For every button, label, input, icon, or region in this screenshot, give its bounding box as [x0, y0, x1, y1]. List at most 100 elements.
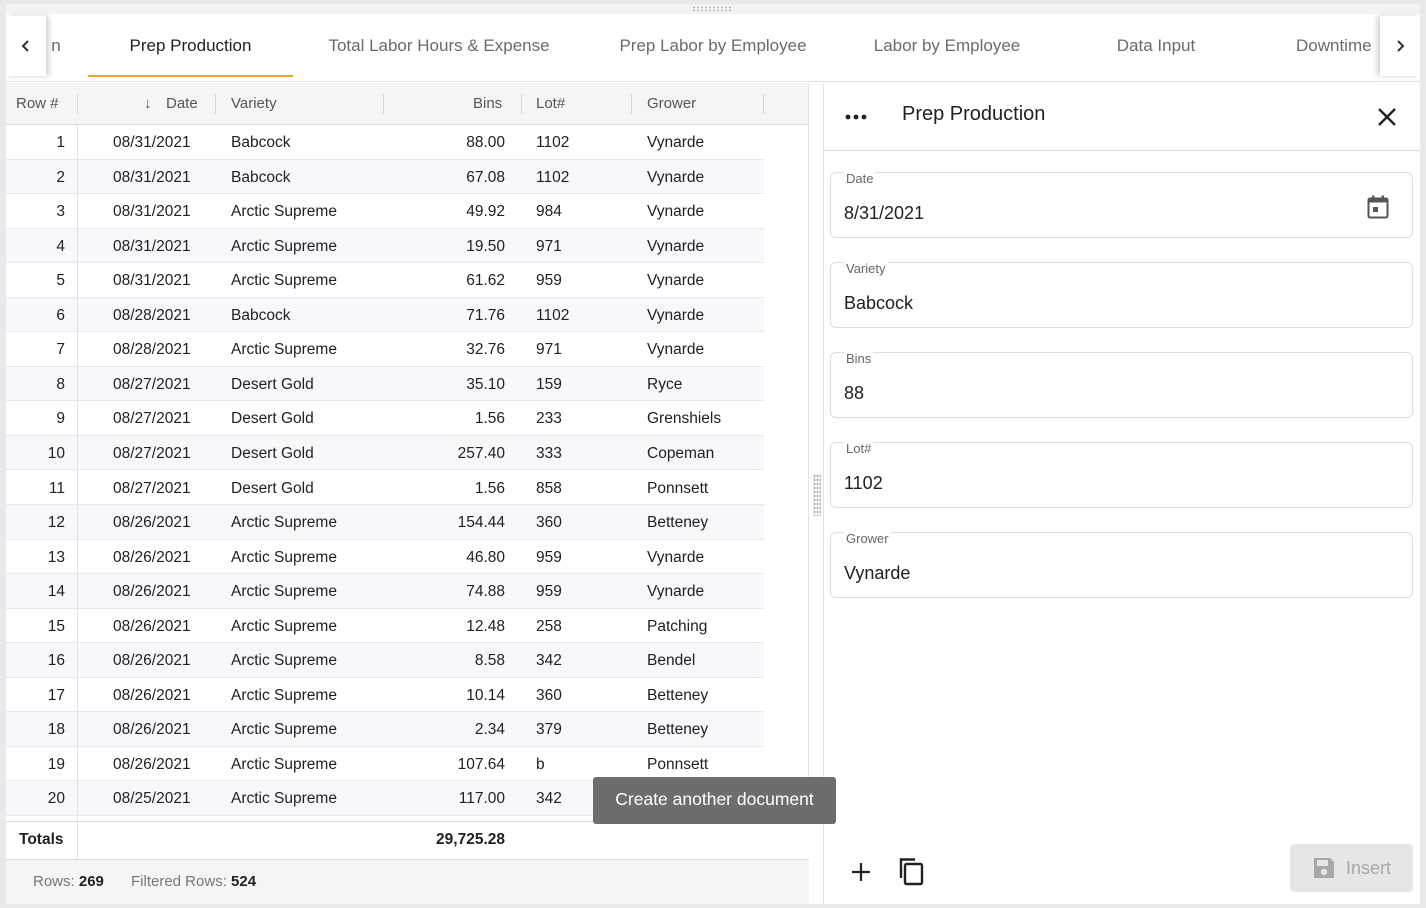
- lot-cell[interactable]: 159: [536, 367, 562, 401]
- lot-cell[interactable]: 858: [536, 471, 562, 505]
- col-header-lot[interactable]: Lot#: [536, 83, 565, 125]
- variety-cell[interactable]: Arctic Supreme: [231, 678, 337, 712]
- lot-cell[interactable]: 360: [536, 505, 562, 539]
- table-row[interactable]: 13 08/26/2021 Arctic Supreme 46.80 959 Vynard…: [6, 540, 764, 575]
- col-header-variety[interactable]: Variety: [231, 83, 277, 125]
- lot-cell[interactable]: 1102: [536, 298, 569, 332]
- date-cell[interactable]: 08/27/2021: [113, 436, 191, 470]
- variety-cell[interactable]: Desert Gold: [231, 367, 314, 401]
- row-number-cell[interactable]: 4: [6, 229, 65, 263]
- table-row[interactable]: 4 08/31/2021 Arctic Supreme 19.50 971 Vynarde: [6, 228, 764, 264]
- row-number-cell[interactable]: 2: [6, 160, 65, 194]
- date-cell[interactable]: 08/31/2021: [113, 160, 191, 194]
- row-number-cell[interactable]: 13: [6, 540, 65, 574]
- tab-downtime[interactable]: Downtime: [1296, 14, 1382, 82]
- bins-cell[interactable]: 117.00: [386, 781, 505, 815]
- grower-cell[interactable]: Betteney: [647, 712, 708, 746]
- bins-field[interactable]: Bins 88: [830, 351, 1413, 418]
- grower-cell[interactable]: Patching: [647, 609, 707, 643]
- bins-cell[interactable]: 49.92: [386, 194, 505, 228]
- tab-prep-production[interactable]: Prep Production: [88, 14, 293, 82]
- grower-cell[interactable]: Betteney: [647, 678, 708, 712]
- table-row[interactable]: 12 08/26/2021 Arctic Supreme 154.44 360 Bette…: [6, 505, 764, 540]
- col-header-bins[interactable]: Bins: [473, 83, 502, 125]
- variety-cell[interactable]: Arctic Supreme: [231, 332, 337, 366]
- bins-cell[interactable]: 2.34: [386, 712, 505, 746]
- table-row[interactable]: 14 08/26/2021 Arctic Supreme 74.88 959 Vynard…: [6, 574, 764, 609]
- row-number-cell[interactable]: 9: [6, 401, 65, 435]
- bins-cell[interactable]: 1.56: [386, 401, 505, 435]
- table-row[interactable]: 16 08/26/2021 Arctic Supreme 8.58 342 Bendel: [6, 643, 764, 678]
- date-field-value[interactable]: 8/31/2021: [844, 203, 924, 224]
- tab-prep-labor-by-employee[interactable]: Prep Labor by Employee: [604, 14, 822, 82]
- date-cell[interactable]: 08/26/2021: [113, 747, 191, 781]
- more-options-icon[interactable]: [844, 113, 868, 121]
- date-cell[interactable]: 08/27/2021: [113, 471, 191, 505]
- lot-cell[interactable]: 258: [536, 609, 562, 643]
- row-number-cell[interactable]: 12: [6, 505, 65, 539]
- date-cell[interactable]: 08/25/2021: [113, 781, 191, 815]
- bins-cell[interactable]: 32.76: [386, 332, 505, 366]
- date-cell[interactable]: 08/26/2021: [113, 540, 191, 574]
- row-number-cell[interactable]: 6: [6, 298, 65, 332]
- lot-cell[interactable]: 971: [536, 229, 562, 263]
- date-cell[interactable]: 08/26/2021: [113, 712, 191, 746]
- date-cell[interactable]: 08/27/2021: [113, 367, 191, 401]
- row-number-cell[interactable]: 3: [6, 194, 65, 228]
- variety-cell[interactable]: Desert Gold: [231, 436, 314, 470]
- bins-cell[interactable]: 74.88: [386, 574, 505, 608]
- lot-field-value[interactable]: 1102: [844, 473, 883, 494]
- row-number-cell[interactable]: 7: [6, 332, 65, 366]
- grower-cell[interactable]: Vynarde: [647, 298, 704, 332]
- grower-cell[interactable]: Vynarde: [647, 194, 704, 228]
- bins-cell[interactable]: 154.44: [386, 505, 505, 539]
- row-number-cell[interactable]: 15: [6, 609, 65, 643]
- grower-cell[interactable]: Copeman: [647, 436, 714, 470]
- insert-button[interactable]: Insert: [1290, 844, 1413, 892]
- date-cell[interactable]: 08/31/2021: [113, 125, 191, 159]
- grower-cell[interactable]: Vynarde: [647, 263, 704, 297]
- grower-cell[interactable]: Ponnsett: [647, 471, 708, 505]
- date-cell[interactable]: 08/27/2021: [113, 401, 191, 435]
- date-cell[interactable]: 08/26/2021: [113, 505, 191, 539]
- sort-desc-icon[interactable]: ↓: [144, 83, 152, 125]
- bins-cell[interactable]: 1.56: [386, 471, 505, 505]
- lot-cell[interactable]: 959: [536, 263, 562, 297]
- tab-scroll-left-button[interactable]: [6, 16, 46, 76]
- row-number-cell[interactable]: 16: [6, 643, 65, 677]
- table-row[interactable]: 7 08/28/2021 Arctic Supreme 32.76 971 Vynarde: [6, 332, 764, 367]
- col-header-grower[interactable]: Grower: [647, 83, 696, 125]
- tab-data-input[interactable]: Data Input: [1102, 14, 1210, 82]
- table-row[interactable]: 9 08/27/2021 Desert Gold 1.56 233 Grenshiels: [6, 401, 764, 436]
- table-row[interactable]: 10 08/27/2021 Desert Gold 257.40 333 Copeman: [6, 435, 764, 471]
- col-header-row[interactable]: Row #: [16, 83, 59, 125]
- bins-cell[interactable]: 67.08: [386, 160, 505, 194]
- grower-cell[interactable]: Ryce: [647, 367, 682, 401]
- variety-cell[interactable]: Desert Gold: [231, 471, 314, 505]
- lot-cell[interactable]: 379: [536, 712, 562, 746]
- lot-cell[interactable]: 959: [536, 540, 562, 574]
- date-cell[interactable]: 08/31/2021: [113, 229, 191, 263]
- col-header-date[interactable]: Date: [166, 83, 198, 125]
- bins-cell[interactable]: 8.58: [386, 643, 505, 677]
- tab-partial[interactable]: n: [48, 14, 64, 82]
- grower-cell[interactable]: Vynarde: [647, 540, 704, 574]
- bins-cell[interactable]: 61.62: [386, 263, 505, 297]
- row-number-cell[interactable]: 14: [6, 574, 65, 608]
- table-row[interactable]: 11 08/27/2021 Desert Gold 1.56 858 Ponnsett: [6, 471, 764, 506]
- bins-cell[interactable]: 19.50: [386, 229, 505, 263]
- bins-field-value[interactable]: 88: [844, 383, 864, 404]
- date-field[interactable]: Date 8/31/2021: [830, 171, 1413, 238]
- row-number-cell[interactable]: 11: [6, 471, 65, 505]
- date-cell[interactable]: 08/31/2021: [113, 263, 191, 297]
- variety-cell[interactable]: Arctic Supreme: [231, 747, 337, 781]
- grower-cell[interactable]: Vynarde: [647, 574, 704, 608]
- grower-field[interactable]: Grower Vynarde: [830, 531, 1413, 598]
- table-row[interactable]: 1 08/31/2021 Babcock 88.00 1102 Vynarde: [6, 125, 764, 160]
- table-row[interactable]: 2 08/31/2021 Babcock 67.08 1102 Vynarde: [6, 159, 764, 195]
- date-cell[interactable]: 08/28/2021: [113, 298, 191, 332]
- bins-cell[interactable]: 10.14: [386, 678, 505, 712]
- lot-cell[interactable]: 360: [536, 678, 562, 712]
- date-cell[interactable]: 08/26/2021: [113, 678, 191, 712]
- lot-cell[interactable]: 1102: [536, 125, 569, 159]
